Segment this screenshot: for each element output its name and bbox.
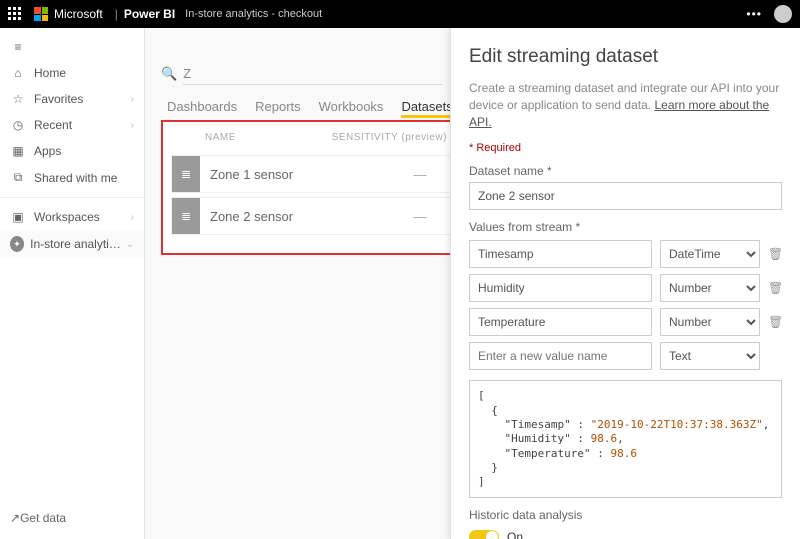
hamburger-icon: ≡ <box>10 40 26 54</box>
workspaces-icon: ▣ <box>10 210 26 224</box>
delete-field-icon[interactable]: 🗑 <box>768 281 782 295</box>
search-icon: 🔍 <box>161 66 177 82</box>
dataset-sensitivity: — <box>390 209 450 224</box>
stream-field-row: DateTime 🗑 <box>469 240 782 268</box>
apps-icon: ▦ <box>10 144 26 158</box>
json-preview: [ { "Timesamp" : "2019-10-22T10:37:38.36… <box>469 380 782 498</box>
dataset-name-label: Dataset name * <box>469 164 782 178</box>
field-name-input[interactable] <box>469 308 652 336</box>
sidebar-item-current-workspace[interactable]: ✦ In-store analytics -... ⌄ <box>0 230 144 258</box>
microsoft-logo-icon <box>34 7 48 21</box>
shared-icon: ⧉ <box>10 170 26 185</box>
edit-dataset-panel: Edit streaming dataset Create a streamin… <box>450 28 800 539</box>
chevron-down-icon: ⌄ <box>126 239 134 250</box>
delete-field-icon[interactable]: 🗑 <box>768 247 782 261</box>
new-field-type-select[interactable]: Text <box>660 342 760 370</box>
stream-field-new-row: Text 🗑 <box>469 342 782 370</box>
sidebar-item-favorites[interactable]: ☆ Favorites › <box>0 86 144 112</box>
dataset-sensitivity: — <box>390 167 450 182</box>
dataset-name-input[interactable] <box>469 182 782 210</box>
app-launcher-icon[interactable] <box>8 7 22 21</box>
historic-toggle[interactable] <box>469 530 499 539</box>
chevron-right-icon: › <box>131 212 134 223</box>
stream-field-row: Number 🗑 <box>469 274 782 302</box>
historic-label: Historic data analysis <box>469 508 782 522</box>
sidebar-item-workspaces[interactable]: ▣ Workspaces › <box>0 204 144 230</box>
dataset-name: Zone 1 sensor <box>200 167 390 182</box>
column-sensitivity: SENSITIVITY (preview) <box>332 132 447 143</box>
sidebar-item-recent[interactable]: ◷ Recent › <box>0 112 144 138</box>
sidebar: ≡ ⌂ Home ☆ Favorites › ◷ Recent › ▦ Apps ⧉ Shar… <box>0 28 145 539</box>
field-type-select[interactable]: DateTime <box>660 240 760 268</box>
top-bar: Microsoft | Power BI In-store analytics … <box>0 0 800 28</box>
home-icon: ⌂ <box>10 66 26 80</box>
field-type-select[interactable]: Number <box>660 308 760 336</box>
field-type-select[interactable]: Number <box>660 274 760 302</box>
tab-reports[interactable]: Reports <box>255 99 301 114</box>
historic-state: On <box>507 530 523 539</box>
delete-field-icon[interactable]: 🗑 <box>768 315 782 329</box>
sidebar-get-data[interactable]: ↗Get data <box>0 505 144 531</box>
panel-help: Create a streaming dataset and integrate… <box>469 80 782 130</box>
required-note: * Required <box>469 142 782 154</box>
field-name-input[interactable] <box>469 274 652 302</box>
sidebar-item-label: Home <box>34 66 66 80</box>
panel-title: Edit streaming dataset <box>469 46 782 68</box>
avatar[interactable] <box>774 5 792 23</box>
getdata-icon: ↗ <box>10 511 20 525</box>
dataset-list: NAME SENSITIVITY (preview) ≣ Zone 1 sens… <box>161 120 461 255</box>
sidebar-item-home[interactable]: ⌂ Home <box>0 60 144 86</box>
chevron-right-icon: › <box>131 120 134 131</box>
tab-workbooks[interactable]: Workbooks <box>319 99 384 114</box>
sidebar-item-shared[interactable]: ⧉ Shared with me <box>0 164 144 191</box>
field-name-input[interactable] <box>469 240 652 268</box>
context-label: In-store analytics - checkout <box>185 8 322 20</box>
sidebar-item-label: Favorites <box>34 92 83 106</box>
sidebar-hamburger[interactable]: ≡ <box>0 34 144 60</box>
sidebar-item-label: Get data <box>20 511 66 525</box>
values-label: Values from stream * <box>469 220 782 234</box>
stream-field-row: Number 🗑 <box>469 308 782 336</box>
workspace-badge-icon: ✦ <box>10 236 24 252</box>
tab-datasets[interactable]: Datasets <box>401 99 452 114</box>
sidebar-item-label: Shared with me <box>34 171 117 185</box>
sidebar-item-label: In-store analytics -... <box>30 237 125 251</box>
search-input[interactable] <box>183 63 443 85</box>
sidebar-item-apps[interactable]: ▦ Apps <box>0 138 144 164</box>
column-name: NAME <box>205 132 332 143</box>
dataset-row[interactable]: ≣ Zone 1 sensor — <box>171 155 451 193</box>
dataset-icon: ≣ <box>172 198 200 234</box>
separator: | <box>115 7 118 21</box>
star-icon: ☆ <box>10 92 26 106</box>
dataset-icon: ≣ <box>172 156 200 192</box>
new-field-name-input[interactable] <box>469 342 652 370</box>
product-label: Power BI <box>124 7 175 21</box>
sidebar-item-label: Apps <box>34 144 61 158</box>
brand-label: Microsoft <box>54 7 103 21</box>
dataset-name: Zone 2 sensor <box>200 209 390 224</box>
dataset-row[interactable]: ≣ Zone 2 sensor — <box>171 197 451 235</box>
more-icon[interactable]: ••• <box>746 7 762 21</box>
sidebar-item-label: Workspaces <box>34 210 100 224</box>
chevron-right-icon: › <box>131 94 134 105</box>
tab-dashboards[interactable]: Dashboards <box>167 99 237 114</box>
sidebar-item-label: Recent <box>34 118 72 132</box>
clock-icon: ◷ <box>10 118 26 132</box>
